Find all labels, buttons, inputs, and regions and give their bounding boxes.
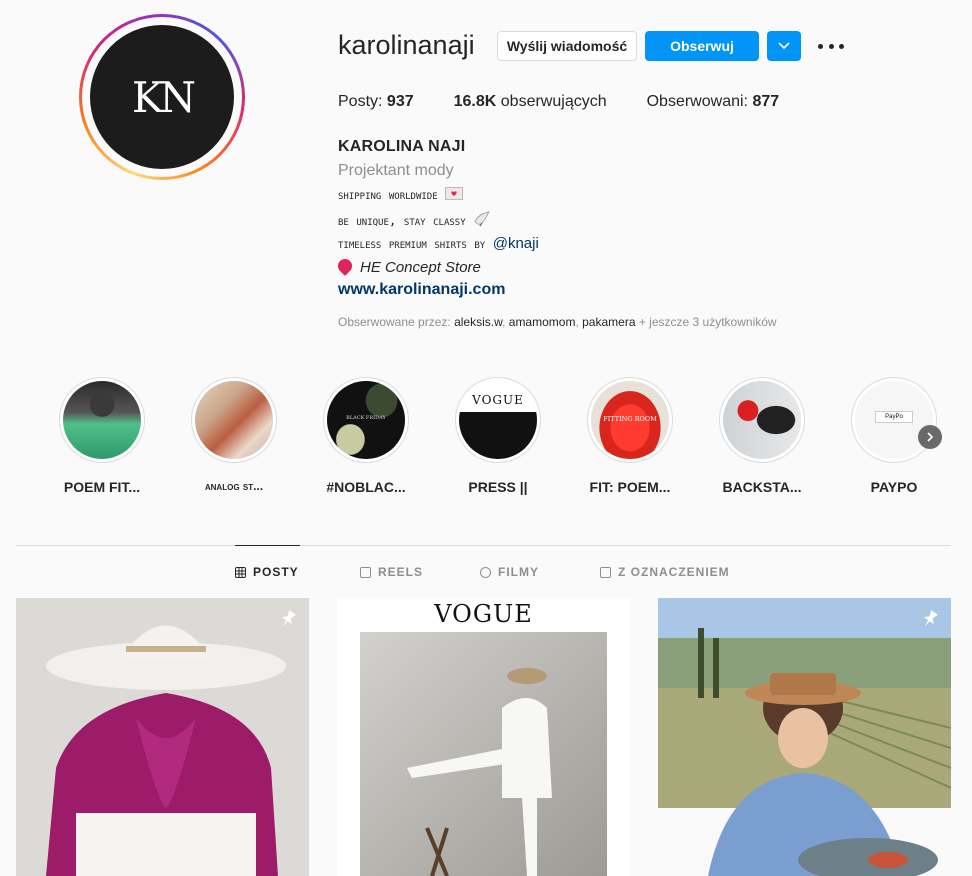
posts-count: Posty: 937 — [338, 93, 414, 110]
highlight-cover: FITTING ROOM — [591, 381, 669, 459]
highlight-label: PAYPO — [870, 479, 918, 495]
profile-avatar[interactable]: KN — [79, 14, 245, 180]
post-thumbnail[interactable] — [658, 598, 951, 876]
more-options-button[interactable] — [818, 36, 844, 56]
highlight-cover: BLACK FRIDAY — [327, 381, 405, 459]
highlight-item[interactable]: FITTING ROOM FIT: POEM... — [575, 377, 685, 495]
highlight-item[interactable]: BLACK FRIDAY #NOBLAC... — [311, 377, 421, 495]
post-image-vineyard — [658, 598, 951, 876]
love-letter-icon — [445, 187, 464, 200]
highlight-label: PRESS || — [468, 479, 528, 495]
post-vogue-title: VOGUE — [434, 600, 533, 628]
round-pushpin-icon — [335, 256, 355, 276]
highlight-cover — [63, 381, 141, 459]
highlight-label: analog st... — [204, 479, 264, 493]
profile-category: Projektant mody — [338, 162, 454, 179]
following-count[interactable]: Obserwowani: 877 — [647, 93, 780, 111]
highlight-label: POEM FIT... — [63, 479, 141, 495]
tab-posts[interactable]: POSTY — [235, 565, 299, 579]
dove-icon — [474, 211, 491, 227]
highlight-cover-text: FITTING ROOM — [603, 415, 657, 423]
highlight-label: BACKSTA... — [722, 479, 802, 495]
bio-line-unique: be unique, stay classy — [338, 211, 491, 228]
highlight-label: #NOBLAC... — [326, 479, 406, 495]
highlight-label: FIT: POEM... — [589, 479, 671, 495]
dot-icon — [828, 43, 834, 49]
highlights-next-button[interactable] — [918, 425, 942, 449]
post-image-magenta-blouse — [16, 598, 309, 876]
highlight-cover — [195, 381, 273, 459]
highlight-cover-text: PayPo — [875, 411, 913, 423]
reels-icon — [360, 566, 371, 578]
post-thumbnail[interactable]: VOGUE — [337, 598, 630, 876]
bio-line-shipping: shipping worldwide — [338, 187, 464, 202]
username: karolinanaji — [338, 30, 475, 60]
post-thumbnail[interactable] — [16, 598, 309, 876]
play-icon — [480, 566, 491, 578]
highlight-cover: PayPo — [855, 381, 933, 459]
follow-button[interactable]: Obserwuj — [645, 31, 759, 61]
tab-reels[interactable]: REELS — [360, 565, 423, 579]
location-line: HE Concept Store — [335, 256, 481, 276]
active-tab-indicator — [235, 545, 300, 546]
chevron-right-icon — [927, 432, 934, 442]
mention-link[interactable]: @knaji — [493, 235, 539, 252]
dot-icon — [818, 43, 823, 49]
grid-icon — [235, 566, 246, 578]
website-link[interactable]: www.karolinanaji.com — [338, 281, 505, 299]
tab-tagged[interactable]: Z OZNACZENIEM — [600, 565, 730, 579]
avatar-logo: KN — [90, 25, 234, 169]
highlight-cover-text: VOGUE — [472, 393, 524, 407]
bio-line-shirts: timeless premium shirts by @knaji — [338, 235, 539, 252]
pinned-post-icon — [923, 610, 938, 627]
highlight-item[interactable]: BACKSTA... — [707, 377, 817, 495]
send-message-button[interactable]: Wyślij wiadomość — [497, 31, 637, 61]
suggestions-dropdown-button[interactable] — [767, 31, 801, 61]
tagged-user-icon — [600, 566, 611, 578]
followers-count[interactable]: 16.8K obserwujących — [454, 93, 607, 111]
highlight-item[interactable]: VOGUE PRESS || — [443, 377, 553, 495]
highlight-item[interactable]: POEM FIT... — [47, 377, 157, 495]
chevron-down-icon — [778, 42, 790, 50]
highlight-cover: VOGUE — [459, 381, 537, 459]
tab-videos[interactable]: FILMY — [480, 565, 539, 579]
pinned-post-icon — [281, 610, 296, 627]
tabs-divider — [16, 545, 951, 546]
post-image-vogue-feature — [337, 598, 630, 876]
dot-icon — [839, 43, 844, 49]
highlight-cover — [723, 381, 801, 459]
highlight-cover-text: BLACK FRIDAY — [346, 415, 386, 421]
full-name: KAROLINA NAJI — [338, 138, 466, 155]
highlight-item[interactable]: analog st... — [179, 377, 289, 493]
profile-stats: Posty: 937 16.8K obserwujących Obserwowa… — [338, 93, 819, 111]
followed-by[interactable]: Obserwowane przez: aleksis.w, amamomom, … — [338, 315, 777, 329]
